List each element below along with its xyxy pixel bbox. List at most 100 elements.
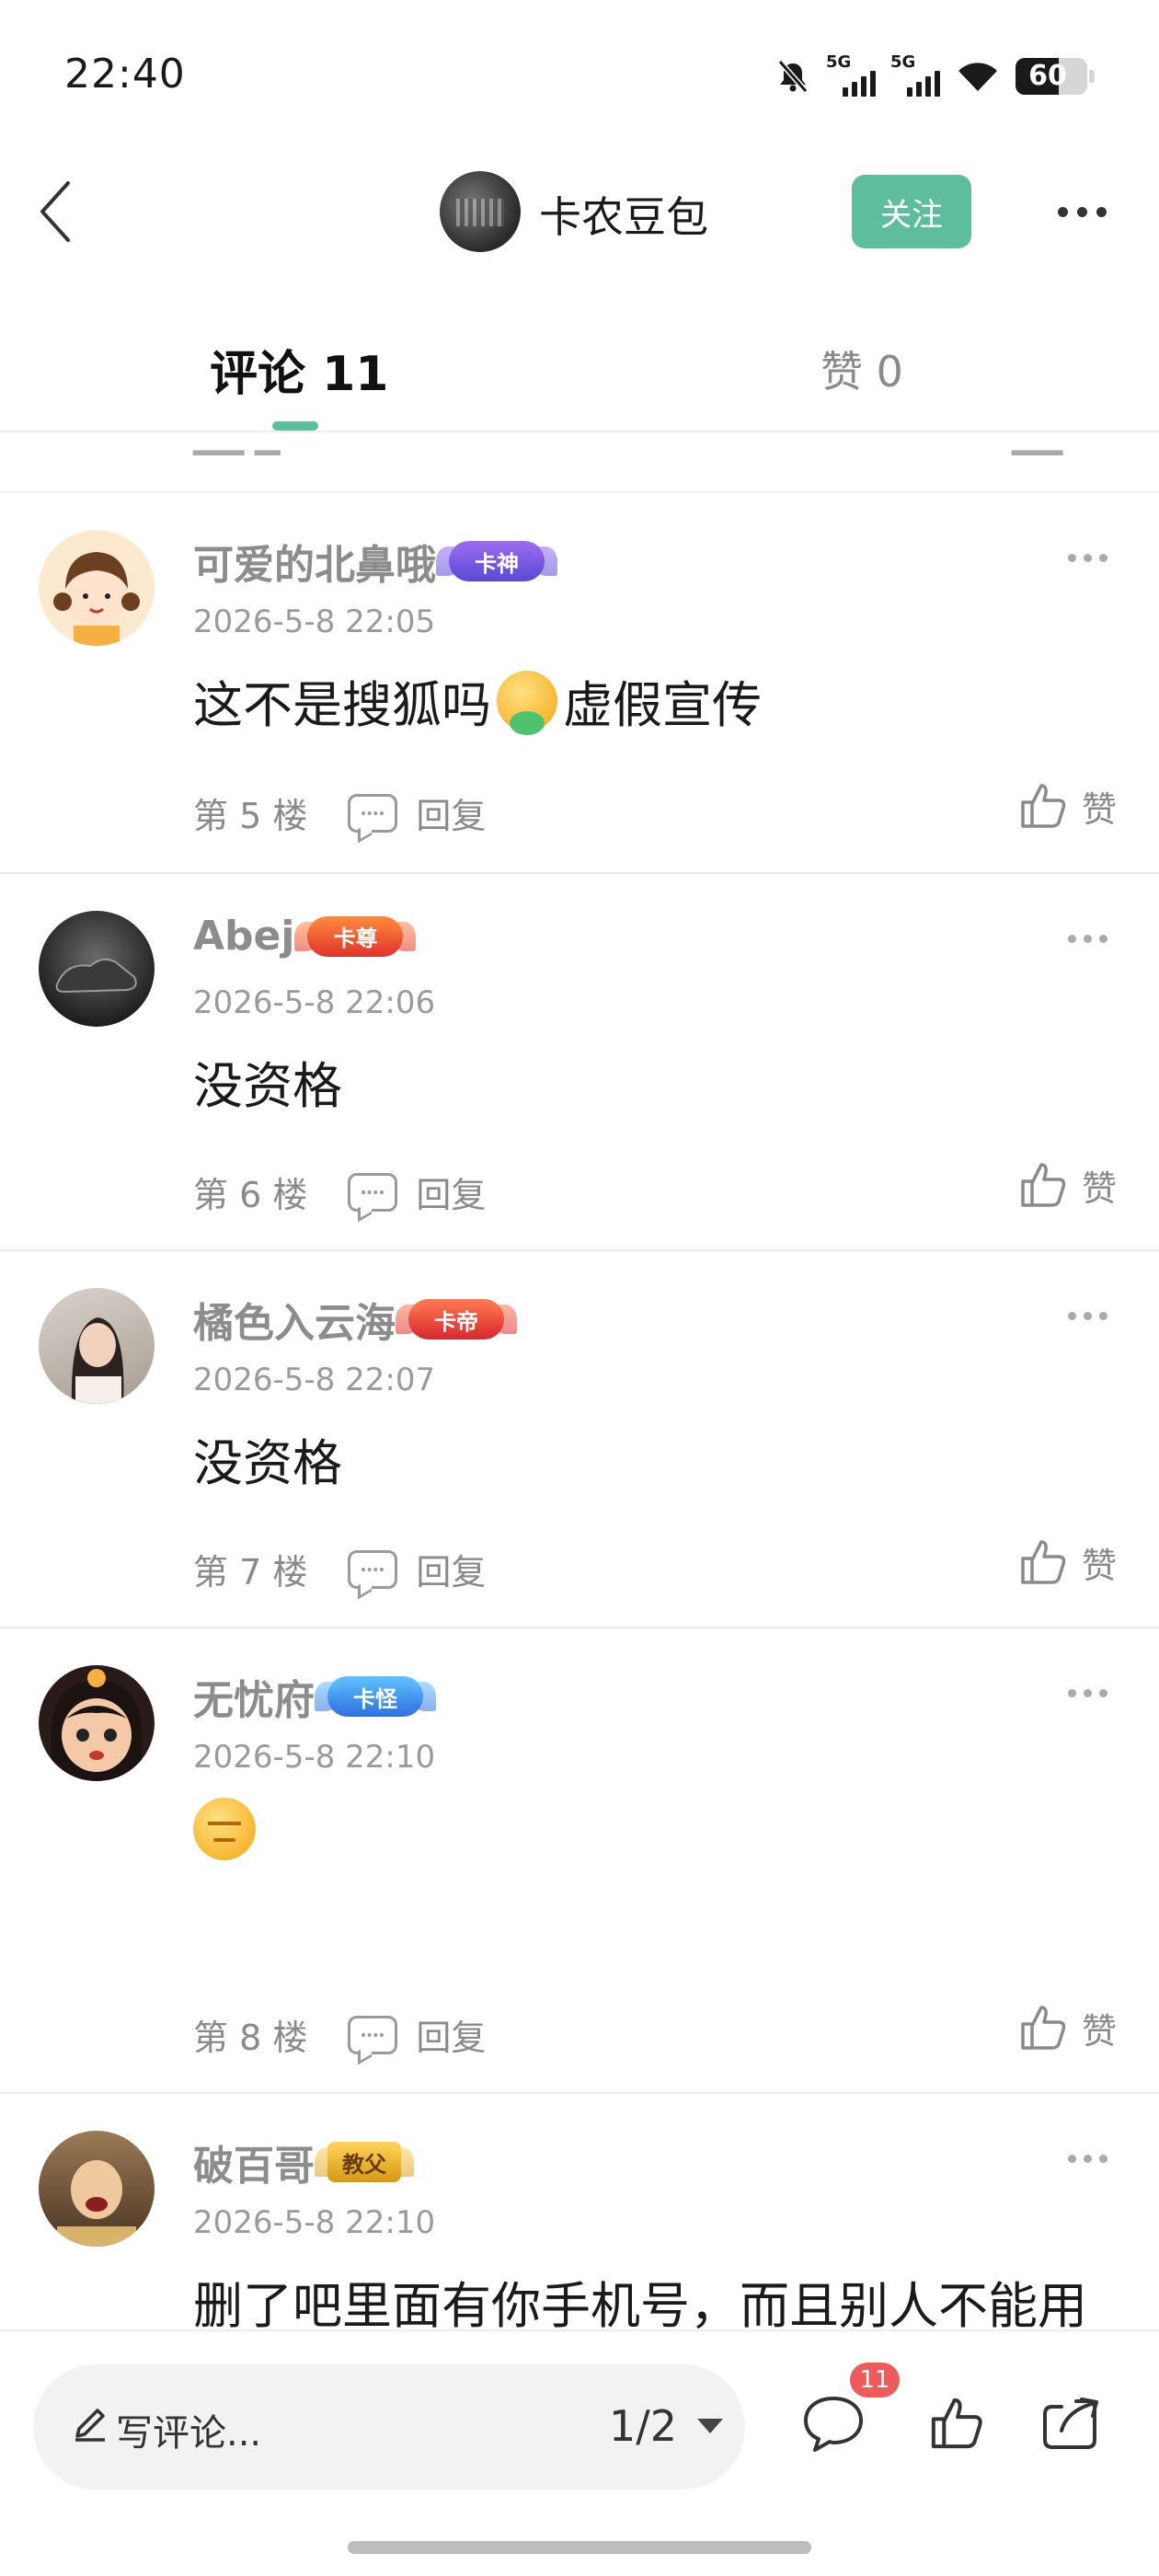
- comments-button[interactable]: [797, 2386, 870, 2460]
- comment-time: 2026-5-8 22:06: [193, 984, 436, 1021]
- comment-item: 破百哥 教父 2026-5-8 22:10 删了吧里面有你手机号，而且别人不能用: [0, 2094, 1159, 2329]
- user-avatar[interactable]: [39, 1665, 155, 1781]
- reply-button[interactable]: 回复: [416, 1544, 486, 1594]
- user-avatar[interactable]: [39, 911, 155, 1027]
- user-rank-badge: 卡帝: [396, 1299, 504, 1340]
- reply-icon[interactable]: [348, 793, 398, 833]
- user-avatar[interactable]: [39, 530, 155, 646]
- tab-comments[interactable]: 评论 11: [210, 335, 388, 404]
- author-name[interactable]: 卡农豆包: [539, 184, 708, 245]
- like-button[interactable]: 赞: [1017, 1159, 1117, 1211]
- user-rank-badge: 教父: [315, 2142, 401, 2182]
- thumbs-up-icon: [1021, 2006, 1066, 2050]
- username-text: 橘色入云海: [193, 1300, 396, 1347]
- page-indicator: 1/2: [609, 2401, 678, 2451]
- like-button[interactable]: 赞: [1017, 1536, 1117, 1588]
- floor-number: 第 8 楼: [193, 2018, 308, 2058]
- more-options-button[interactable]: [1049, 190, 1115, 234]
- shoe-photo-avatar: [55, 958, 137, 994]
- username[interactable]: 可爱的北鼻哦 卡神: [193, 532, 545, 591]
- comment-input-placeholder: 写评论...: [116, 2412, 262, 2455]
- thumbs-up-icon: [1021, 1163, 1066, 1207]
- username[interactable]: Abej 卡尊: [193, 913, 404, 960]
- reply-button[interactable]: 回复: [416, 788, 486, 838]
- comment-item: Abej 卡尊 2026-5-8 22:06 没资格 第 6 楼 回复 赞: [0, 874, 1159, 1251]
- floor-number: 第 7 楼: [193, 1552, 308, 1593]
- partial-like-icon: ▁▁: [1012, 434, 1063, 455]
- back-button[interactable]: [18, 175, 92, 248]
- username[interactable]: 无忧府 卡怪: [193, 1667, 423, 1726]
- comment-text-part: 虚假宣传: [563, 676, 762, 734]
- tab-likes[interactable]: 赞 0: [820, 339, 903, 399]
- network-type-label: 5G: [826, 52, 852, 72]
- comment-bubble-icon: [804, 2397, 863, 2452]
- username[interactable]: 橘色入云海 卡帝: [193, 1290, 504, 1349]
- comment-time: 2026-5-8 22:05: [193, 604, 436, 640]
- comment-text: 没资格: [193, 1057, 342, 1115]
- cartoon-girl-avatar: [53, 552, 140, 646]
- vomit-face-emoji-icon: [497, 670, 557, 735]
- floor-number: 第 6 楼: [193, 1175, 308, 1215]
- page-selector[interactable]: 1/2: [609, 2401, 724, 2451]
- dot: [1096, 206, 1107, 217]
- mute-bell-icon: [777, 60, 809, 93]
- comment-more-button[interactable]: [1068, 1689, 1107, 1697]
- wifi-icon: [958, 63, 997, 91]
- comment-meta: 第 6 楼 回复: [193, 1167, 486, 1217]
- follow-button[interactable]: 关注: [852, 175, 971, 248]
- user-avatar[interactable]: [39, 1288, 155, 1404]
- comment-time: 2026-5-8 22:10: [193, 1739, 436, 1776]
- reply-icon[interactable]: [348, 2015, 398, 2054]
- battery-icon: 60: [1016, 58, 1087, 95]
- reply-button[interactable]: 回复: [416, 1167, 486, 1217]
- thumbs-up-icon: [1021, 1540, 1066, 1584]
- comment-meta: 第 5 楼 回复: [193, 788, 486, 838]
- cartoon-character-avatar: [52, 1669, 142, 1781]
- comment-item: 无忧府 卡怪 2026-5-8 22:10 第 8 楼 回复 赞: [0, 1628, 1159, 2094]
- user-avatar[interactable]: [39, 2131, 155, 2247]
- share-icon: [1043, 2398, 1098, 2449]
- status-time: 22:40: [64, 51, 186, 98]
- like-button[interactable]: 赞: [1017, 780, 1117, 832]
- comment-text: 没资格: [193, 1434, 342, 1492]
- username-text: 破百哥: [193, 2143, 315, 2190]
- comment-more-button[interactable]: [1068, 554, 1107, 562]
- top-header: 卡农豆包 关注: [0, 156, 1159, 267]
- comment-time: 2026-5-8 22:07: [193, 1362, 436, 1398]
- comment-time: 2026-5-8 22:10: [193, 2204, 436, 2241]
- partial-floor-label: ▁▁ ▁: [193, 434, 281, 455]
- username-text: 无忧府: [193, 1677, 315, 1724]
- author-avatar[interactable]: [440, 171, 521, 252]
- reply-button[interactable]: 回复: [416, 2009, 486, 2060]
- floor-number: 第 5 楼: [193, 796, 308, 836]
- status-icons: 5G 5G 60: [775, 52, 1095, 99]
- comment-more-button[interactable]: [1068, 1312, 1107, 1320]
- battery-level: 60: [1028, 60, 1067, 92]
- dot: [1057, 206, 1068, 217]
- like-button[interactable]: 赞: [1017, 2002, 1117, 2053]
- like-post-button[interactable]: [920, 2386, 993, 2460]
- cellular-signal-icon: 5G: [826, 52, 876, 97]
- comment-list: ▁▁ ▁ ▁▁ 可爱的北鼻哦 卡神 2026-5-8 22:05 这不是搜狐吗: [0, 434, 1159, 2329]
- share-button[interactable]: [1034, 2386, 1107, 2460]
- like-label: 赞: [1081, 2010, 1117, 2052]
- home-indicator[interactable]: [348, 2541, 811, 2554]
- username-text: Abej: [193, 913, 295, 960]
- comment-more-button[interactable]: [1068, 2155, 1107, 2163]
- partial-comment-row: ▁▁ ▁ ▁▁: [0, 434, 1159, 493]
- laughing-man-avatar: [57, 2160, 136, 2247]
- comment-text-part: 这不是搜狐吗: [193, 676, 491, 734]
- thumbs-up-icon: [931, 2398, 982, 2449]
- network-type-label: 5G: [890, 52, 916, 72]
- grumpy-face-emoji-icon: [193, 1798, 256, 1860]
- pencil-icon: [75, 2409, 105, 2442]
- battery-cap: [1089, 70, 1095, 83]
- comment-more-button[interactable]: [1068, 935, 1107, 943]
- comment-input[interactable]: 写评论... 1/2: [33, 2364, 745, 2490]
- thumbs-up-icon: [1021, 784, 1066, 828]
- username[interactable]: 破百哥 教父: [193, 2133, 401, 2191]
- reply-icon[interactable]: [348, 1172, 398, 1212]
- reply-icon[interactable]: [348, 1549, 398, 1589]
- active-tab-indicator: [272, 421, 318, 431]
- woman-photo-avatar: [71, 1317, 124, 1404]
